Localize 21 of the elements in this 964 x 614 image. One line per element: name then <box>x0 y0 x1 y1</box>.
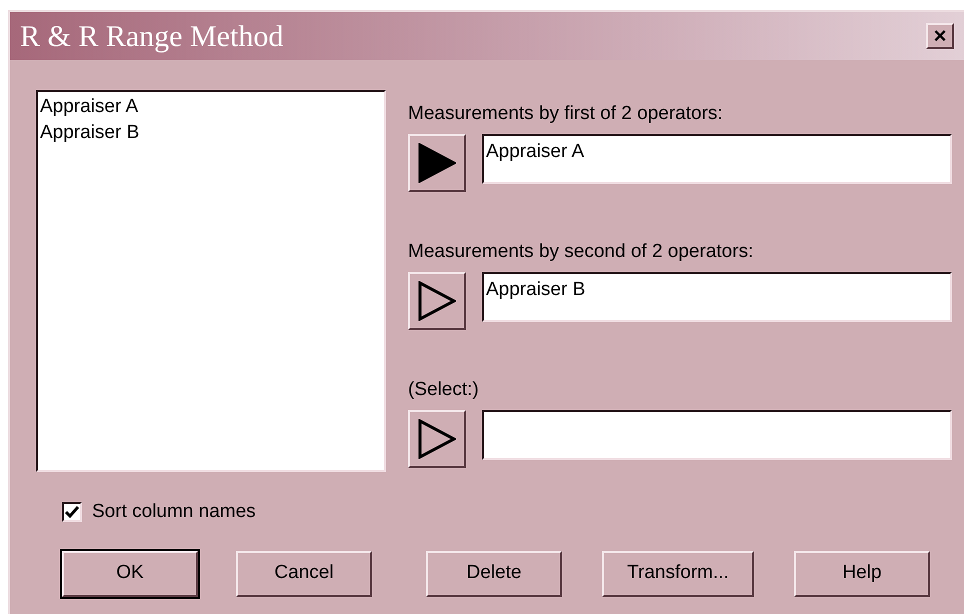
list-item[interactable]: Appraiser B <box>40 120 382 146</box>
variable-field[interactable]: Appraiser A <box>482 134 952 184</box>
close-button[interactable]: × <box>926 23 954 49</box>
dialog-button[interactable]: OK <box>62 550 198 596</box>
variable-field[interactable] <box>482 410 952 460</box>
checkmark-icon <box>65 506 79 518</box>
select-arrow-button[interactable] <box>408 272 466 330</box>
dialog-button[interactable]: Help <box>794 550 930 596</box>
dialog-button[interactable]: Delete <box>426 550 562 596</box>
field-label: Measurements by first of 2 operators: <box>408 102 724 126</box>
window-title: R & R Range Method <box>20 18 284 54</box>
select-arrow-button[interactable] <box>408 134 466 192</box>
select-arrow-button[interactable] <box>408 410 466 468</box>
field-label: Measurements by second of 2 operators: <box>408 240 754 264</box>
field-label: (Select:) <box>408 378 480 402</box>
sort-checkbox[interactable] <box>62 502 82 522</box>
checkbox-label: Sort column names <box>92 500 256 524</box>
dialog-button[interactable]: Transform... <box>602 550 754 596</box>
variable-field[interactable]: Appraiser B <box>482 272 952 322</box>
dialog-button[interactable]: Cancel <box>236 550 372 596</box>
list-item[interactable]: Appraiser A <box>40 94 382 120</box>
